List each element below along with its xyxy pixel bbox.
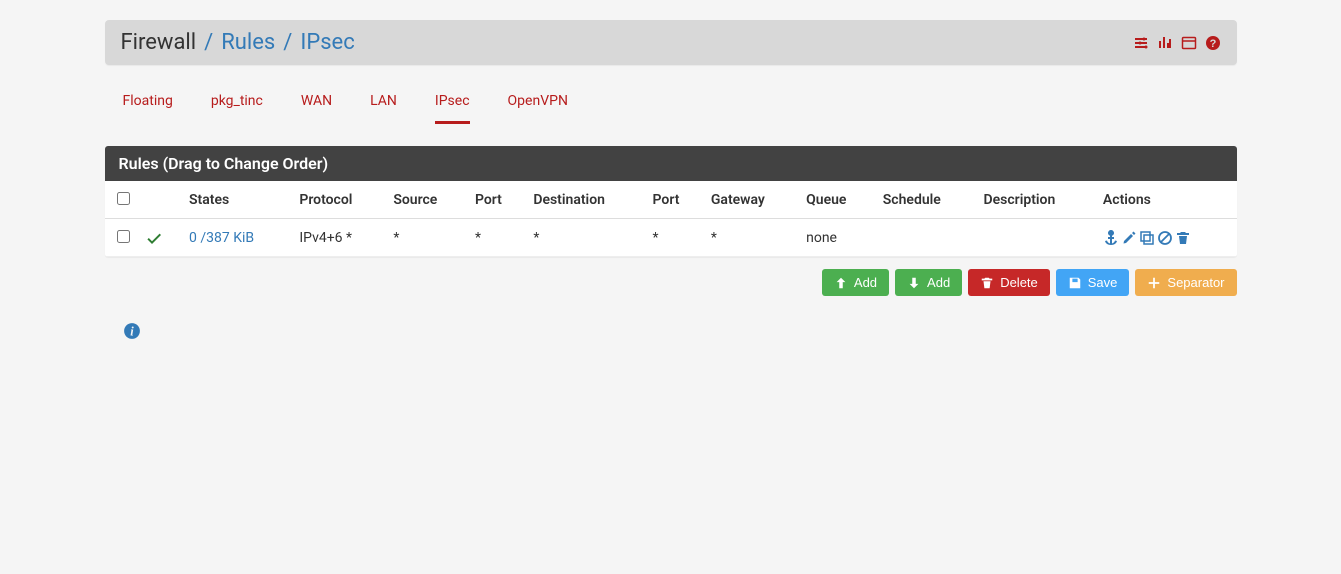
breadcrumb-ipsec[interactable]: IPsec xyxy=(300,30,354,55)
table-header-row: States Protocol Source Port Destination … xyxy=(105,181,1237,219)
btn-label: Add xyxy=(927,275,950,290)
cell-protocol: IPv4+6 * xyxy=(291,219,385,257)
disable-icon[interactable] xyxy=(1157,230,1173,246)
info-icon[interactable]: i xyxy=(123,322,141,340)
breadcrumb-root: Firewall xyxy=(121,30,197,55)
cell-gateway: * xyxy=(703,219,798,257)
breadcrumb-rules[interactable]: Rules xyxy=(221,30,275,55)
cell-port: * xyxy=(467,219,525,257)
add-bottom-button[interactable]: Add xyxy=(895,269,962,296)
breadcrumb: Firewall / Rules / IPsec xyxy=(121,30,355,55)
cell-queue: none xyxy=(798,219,875,257)
copy-icon[interactable] xyxy=(1139,230,1155,246)
tab-pkg-tinc[interactable]: pkg_tinc xyxy=(211,93,263,124)
tab-ipsec[interactable]: IPsec xyxy=(435,93,470,124)
arrow-up-icon xyxy=(834,276,848,290)
help-icon[interactable]: ? xyxy=(1205,35,1221,51)
header-actions: ? xyxy=(1133,35,1221,51)
btn-label: Save xyxy=(1088,275,1118,290)
cell-port2: * xyxy=(645,219,703,257)
separator-button[interactable]: Separator xyxy=(1135,269,1236,296)
row-checkbox[interactable] xyxy=(117,230,130,243)
cell-source: * xyxy=(385,219,467,257)
svg-text:?: ? xyxy=(1209,38,1216,50)
col-queue: Queue xyxy=(798,181,875,219)
col-schedule: Schedule xyxy=(875,181,976,219)
plus-icon xyxy=(1147,276,1161,290)
rules-panel: Rules (Drag to Change Order) States Prot… xyxy=(105,146,1237,257)
arrow-down-icon xyxy=(907,276,921,290)
col-states: States xyxy=(181,181,291,219)
button-row: Add Add Delete Save Separator xyxy=(105,269,1237,296)
page-header: Firewall / Rules / IPsec ? xyxy=(105,20,1237,65)
col-port: Port xyxy=(467,181,525,219)
trash-icon[interactable] xyxy=(1175,230,1191,246)
col-gateway: Gateway xyxy=(703,181,798,219)
tab-lan[interactable]: LAN xyxy=(370,93,397,124)
svg-text:i: i xyxy=(130,325,134,339)
tab-bar: Floating pkg_tinc WAN LAN IPsec OpenVPN xyxy=(105,65,1237,124)
tab-floating[interactable]: Floating xyxy=(123,93,173,124)
save-icon xyxy=(1068,276,1082,290)
edit-icon[interactable] xyxy=(1121,230,1137,246)
col-source: Source xyxy=(385,181,467,219)
btn-label: Separator xyxy=(1167,275,1224,290)
cell-schedule xyxy=(875,219,976,257)
col-actions: Actions xyxy=(1095,181,1237,219)
select-all-checkbox[interactable] xyxy=(117,192,130,205)
col-select xyxy=(105,181,138,219)
col-protocol: Protocol xyxy=(291,181,385,219)
col-port2: Port xyxy=(645,181,703,219)
check-icon xyxy=(146,230,174,246)
add-top-button[interactable]: Add xyxy=(822,269,889,296)
breadcrumb-sep: / xyxy=(204,30,213,55)
delete-button[interactable]: Delete xyxy=(968,269,1050,296)
rules-table: States Protocol Source Port Destination … xyxy=(105,181,1237,257)
cell-description xyxy=(976,219,1095,257)
btn-label: Add xyxy=(854,275,877,290)
col-description: Description xyxy=(976,181,1095,219)
tab-wan[interactable]: WAN xyxy=(301,93,332,124)
row-actions xyxy=(1103,230,1229,246)
status-icon[interactable] xyxy=(1157,35,1173,51)
table-row[interactable]: 0 /387 KiB IPv4+6 * * * * * * none xyxy=(105,219,1237,257)
tab-openvpn[interactable]: OpenVPN xyxy=(508,93,568,124)
btn-label: Delete xyxy=(1000,275,1038,290)
save-button[interactable]: Save xyxy=(1056,269,1130,296)
trash-icon xyxy=(980,276,994,290)
col-status xyxy=(138,181,182,219)
col-destination: Destination xyxy=(525,181,644,219)
breadcrumb-sep: / xyxy=(283,30,292,55)
cell-destination: * xyxy=(525,219,644,257)
log-icon[interactable] xyxy=(1181,35,1197,51)
settings-icon[interactable] xyxy=(1133,35,1149,51)
panel-title: Rules (Drag to Change Order) xyxy=(105,146,1237,181)
states-link[interactable]: 0 /387 KiB xyxy=(189,230,254,246)
anchor-icon[interactable] xyxy=(1103,230,1119,246)
